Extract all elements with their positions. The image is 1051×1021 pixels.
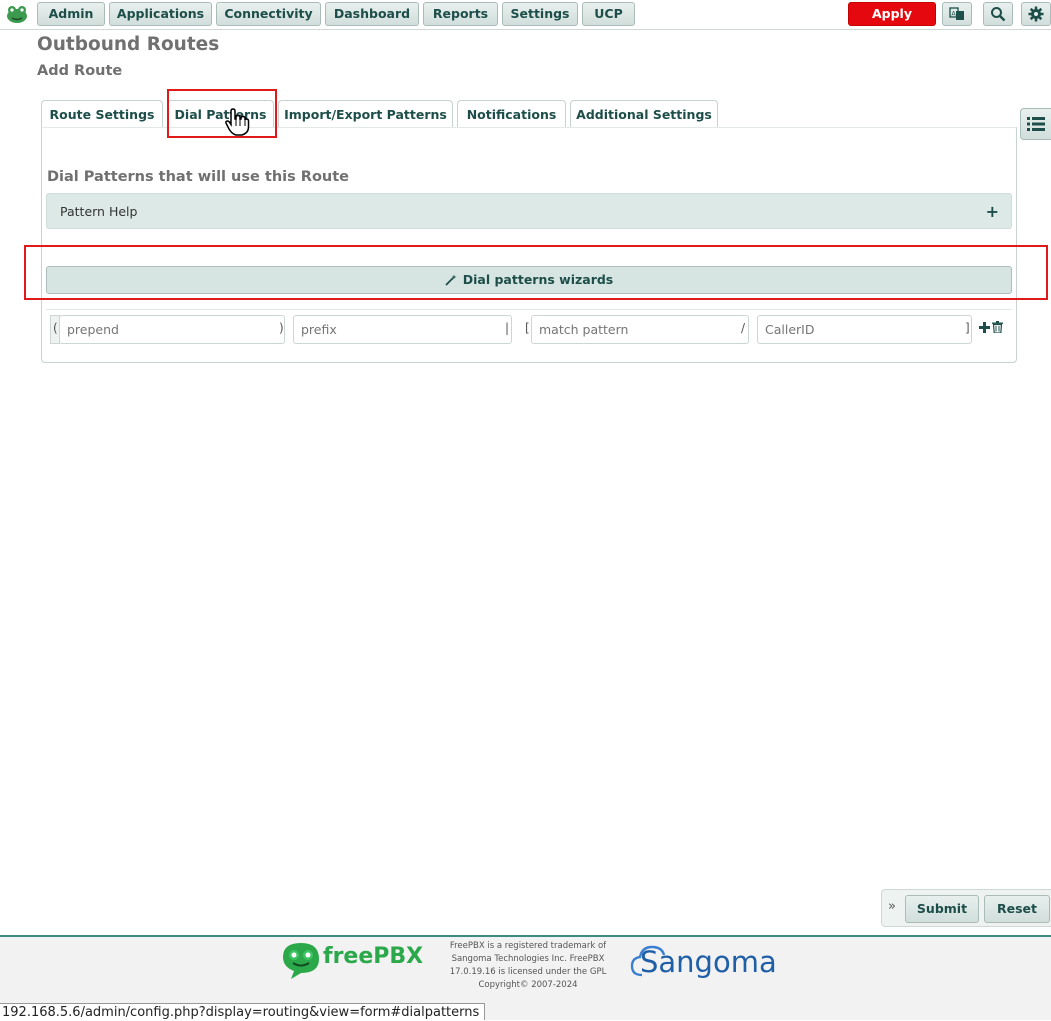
nav-connectivity[interactable]: Connectivity xyxy=(216,2,321,26)
tab-import-export-patterns[interactable]: Import/Export Patterns xyxy=(278,100,453,128)
list-icon xyxy=(1027,117,1045,131)
wizard-label: Dial patterns wizards xyxy=(462,272,614,287)
hand-cursor-icon xyxy=(225,108,250,136)
language-button[interactable]: A xyxy=(942,2,972,26)
reset-button[interactable]: Reset xyxy=(984,895,1050,923)
pattern-help-toggle[interactable]: Pattern Help + xyxy=(46,193,1012,229)
pipe-separator: | xyxy=(505,321,510,335)
callerid-input[interactable] xyxy=(757,315,972,344)
trash-icon[interactable] xyxy=(992,321,1003,333)
form-action-bar: » Submit Reset xyxy=(881,889,1051,927)
top-navbar: Admin Applications Connectivity Dashboar… xyxy=(0,0,1051,43)
tab-route-settings[interactable]: Route Settings xyxy=(41,100,163,128)
open-paren: ( xyxy=(53,321,58,335)
plus-icon: + xyxy=(985,202,999,221)
sangoma-logo-text: Sangoma xyxy=(640,945,777,979)
nav-admin[interactable]: Admin xyxy=(37,2,105,26)
search-button[interactable] xyxy=(983,2,1013,26)
page-title: Outbound Routes xyxy=(37,34,220,55)
status-bar-url: 192.168.5.6/admin/config.php?display=rou… xyxy=(0,1003,486,1020)
close-paren: ) xyxy=(279,321,284,335)
add-row-icon[interactable] xyxy=(979,321,990,333)
footer-legal-text: FreePBX is a registered trademark of San… xyxy=(449,941,607,990)
submit-button[interactable]: Submit xyxy=(905,895,979,923)
dial-patterns-wizard-button[interactable]: Dial patterns wizards xyxy=(46,266,1012,294)
freepbx-logo-icon[interactable] xyxy=(281,941,321,981)
prefix-input[interactable] xyxy=(293,315,512,344)
match-pattern-input[interactable] xyxy=(531,315,749,344)
nav-settings[interactable]: Settings xyxy=(502,2,578,26)
close-bracket: ] xyxy=(965,321,970,335)
tab-dial-patterns[interactable]: Dial Patterns xyxy=(167,100,274,128)
collapse-chevron-icon[interactable]: » xyxy=(888,899,896,914)
sidebar-list-toggle[interactable] xyxy=(1020,108,1051,140)
page-subtitle: Add Route xyxy=(37,63,123,79)
apply-config-button[interactable]: Apply Config xyxy=(848,2,936,43)
divider xyxy=(46,309,1012,310)
nav-ucp[interactable]: UCP xyxy=(582,2,635,26)
gear-icon xyxy=(1028,6,1044,22)
settings-button[interactable] xyxy=(1021,2,1051,26)
tab-additional-settings[interactable]: Additional Settings xyxy=(570,100,718,128)
tab-notifications[interactable]: Notifications xyxy=(457,100,566,128)
row-actions xyxy=(979,321,1003,333)
nav-applications[interactable]: Applications xyxy=(109,2,212,26)
freepbx-logo-text: freePBX xyxy=(323,944,424,969)
freepbx-frog-logo-icon[interactable] xyxy=(6,4,28,24)
prepend-input[interactable] xyxy=(59,315,285,344)
open-bracket: [ xyxy=(525,321,530,335)
search-icon xyxy=(991,7,1006,22)
language-icon: A xyxy=(949,7,964,20)
nav-dashboard[interactable]: Dashboard xyxy=(325,2,419,26)
dial-patterns-heading: Dial Patterns that will use this Route xyxy=(47,169,350,185)
pattern-help-label: Pattern Help xyxy=(60,204,138,219)
slash-separator: / xyxy=(741,321,746,335)
nav-reports[interactable]: Reports xyxy=(423,2,498,26)
magic-wand-icon xyxy=(445,274,457,286)
